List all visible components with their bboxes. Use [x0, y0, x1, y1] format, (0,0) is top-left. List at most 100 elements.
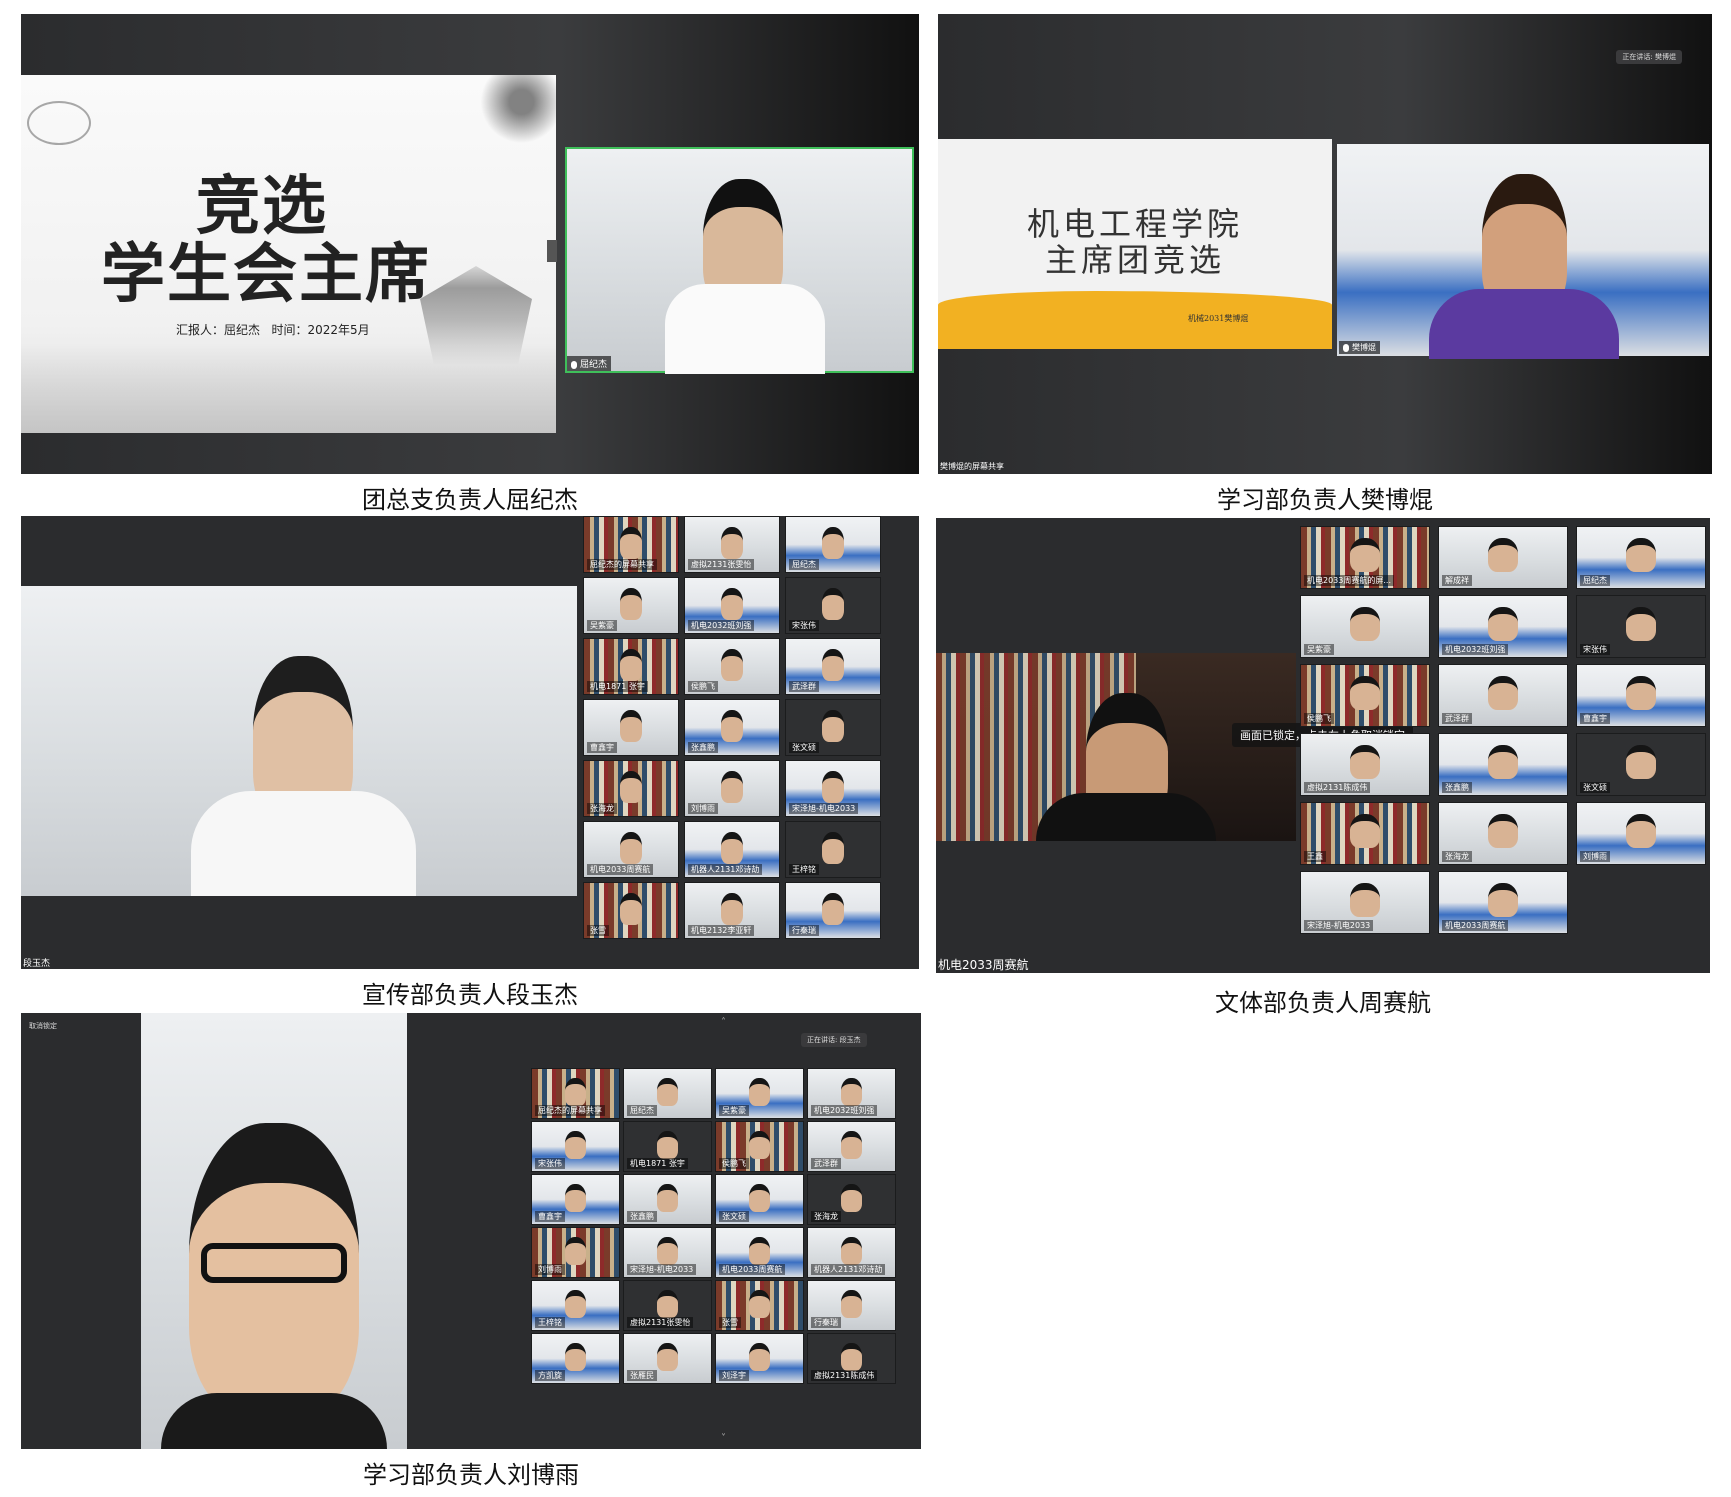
- participant-tile[interactable]: 张雪: [715, 1280, 804, 1331]
- participant-tile[interactable]: 刘博雨: [684, 760, 780, 817]
- participant-tile[interactable]: 行秦瑞: [807, 1280, 896, 1331]
- caption-2: 学习部负责人樊博焜: [1217, 486, 1433, 514]
- participant-tile[interactable]: 侯鹏飞: [1300, 664, 1430, 727]
- slide-yellow-band: [938, 291, 1332, 349]
- caption-3: 宣传部负责人段玉杰: [362, 981, 578, 1009]
- speaker-body: [191, 791, 416, 896]
- participant-avatar: [1625, 675, 1657, 711]
- participant-tile[interactable]: 侯鹏飞: [715, 1121, 804, 1172]
- participant-avatar: [720, 526, 744, 559]
- participant-tile[interactable]: 宋泽旭-机电2033: [1300, 871, 1430, 934]
- participant-tile[interactable]: 行秦瑞: [785, 882, 881, 939]
- participant-name: 宋泽旭-机电2033: [627, 1264, 697, 1275]
- participant-tile[interactable]: 机电1871 张宇: [583, 638, 679, 695]
- participant-name: 吴紫豪: [587, 620, 617, 631]
- participant-tile[interactable]: 机器人2131邓诗劼: [807, 1227, 896, 1278]
- participant-tile[interactable]: 宋泽旭-机电2033: [623, 1227, 712, 1278]
- participant-name: 宋张伟: [1580, 644, 1610, 655]
- caption-1: 团总支负责人屈纪杰: [362, 486, 578, 514]
- participant-tile[interactable]: 曹鑫宇: [531, 1174, 620, 1225]
- participant-tile[interactable]: 刘博雨: [531, 1227, 620, 1278]
- speaker-name: 屈纪杰: [580, 360, 608, 370]
- participant-tile[interactable]: 张海龙: [807, 1174, 896, 1225]
- speaking-indicator: 正在讲话: 段玉杰: [801, 1033, 867, 1047]
- participant-tile[interactable]: 张文硕: [715, 1174, 804, 1225]
- participant-name: 机电2032班刘强: [688, 620, 755, 631]
- participant-tile[interactable]: 屈纪杰的屏幕共享: [583, 516, 679, 573]
- participant-tile[interactable]: 方凯旋: [531, 1333, 620, 1384]
- participant-tile[interactable]: 解成祥: [1438, 526, 1568, 589]
- participant-name: 机电1871 张宇: [587, 681, 648, 692]
- participant-tile[interactable]: 吴紫豪: [715, 1068, 804, 1119]
- slide-meta: 汇报人：屈纪杰 时间：2022年5月: [176, 323, 370, 337]
- participant-tile[interactable]: 宋张伟: [531, 1121, 620, 1172]
- participant-tile[interactable]: 张雁民: [623, 1333, 712, 1384]
- participant-name: 张海龙: [587, 803, 617, 814]
- participant-tile[interactable]: 机电1871 张宇: [623, 1121, 712, 1172]
- participant-tile[interactable]: 宋张伟: [785, 577, 881, 634]
- participant-avatar: [720, 587, 744, 620]
- caption-4: 文体部负责人周赛航: [1215, 989, 1431, 1017]
- meeting-panel-5: 取消锁定 正在讲话: 段玉杰 屈纪杰的屏幕共享 屈纪杰 吴紫豪 机电2032班刘强宋张…: [21, 1013, 921, 1449]
- participant-tile[interactable]: 机电2033周赛航的屏...: [1300, 526, 1430, 589]
- participant-tile[interactable]: 宋张伟: [1576, 595, 1706, 658]
- main-speaker-video: [936, 653, 1296, 841]
- participant-tile[interactable]: 机电2132李亚轩: [684, 882, 780, 939]
- main-speaker-label: 段玉杰: [23, 959, 51, 969]
- unlock-label[interactable]: 取消锁定: [29, 1021, 57, 1031]
- participant-tile[interactable]: 张文硕: [785, 699, 881, 756]
- participant-tile[interactable]: 曹鑫宇: [583, 699, 679, 756]
- participant-tile[interactable]: 张文硕: [1576, 733, 1706, 796]
- participant-avatar: [657, 1130, 678, 1159]
- participant-tile[interactable]: 宋泽旭-机电2033: [785, 760, 881, 817]
- participant-tile[interactable]: 武泽群: [785, 638, 881, 695]
- participant-tile[interactable]: 屈纪杰: [1576, 526, 1706, 589]
- participant-avatar: [1487, 813, 1519, 849]
- participant-tile[interactable]: 张鑫鹏: [684, 699, 780, 756]
- participant-name: 机电2033周赛航: [587, 864, 654, 875]
- participant-avatar: [565, 1342, 586, 1371]
- participant-tile[interactable]: 武泽群: [807, 1121, 896, 1172]
- participant-tile[interactable]: 张海龙: [1438, 802, 1568, 865]
- participant-tile[interactable]: 王梓铭: [531, 1280, 620, 1331]
- participant-tile[interactable]: 机器人2131邓诗劼: [684, 821, 780, 878]
- participant-tile[interactable]: 屈纪杰的屏幕共享: [531, 1068, 620, 1119]
- participant-avatar: [841, 1236, 862, 1265]
- participant-tile[interactable]: 机电2032班刘强: [807, 1068, 896, 1119]
- participant-tile[interactable]: 机电2033周赛航: [1438, 871, 1568, 934]
- participant-tile[interactable]: 屈纪杰: [623, 1068, 712, 1119]
- chevron-down-icon[interactable]: ˅: [721, 1433, 726, 1444]
- participant-tile[interactable]: 吴紫豪: [1300, 595, 1430, 658]
- participant-name: 宋泽旭-机电2033: [1304, 920, 1374, 931]
- participant-tile[interactable]: 虚拟2131陈成伟: [807, 1333, 896, 1384]
- participant-name: 张海龙: [811, 1211, 841, 1222]
- participant-tile[interactable]: 武泽群: [1438, 664, 1568, 727]
- chevron-up-icon[interactable]: ˄: [721, 1017, 726, 1028]
- participant-tile[interactable]: 虚拟2131陈成伟: [1300, 733, 1430, 796]
- participant-tile[interactable]: 侯鹏飞: [684, 638, 780, 695]
- participant-tile[interactable]: 张海龙: [583, 760, 679, 817]
- participant-tile[interactable]: 曹鑫宇: [1576, 664, 1706, 727]
- participant-tile[interactable]: 张鑫鹏: [1438, 733, 1568, 796]
- participant-tile[interactable]: 机电2033周赛航: [583, 821, 679, 878]
- participant-tile[interactable]: 刘泽宇: [715, 1333, 804, 1384]
- participant-avatar: [1349, 537, 1381, 573]
- participant-tile[interactable]: 虚拟2131张雯怡: [623, 1280, 712, 1331]
- participant-tile[interactable]: 虚拟2131张雯怡: [684, 516, 780, 573]
- participant-tile[interactable]: 机电2032班刘强: [684, 577, 780, 634]
- participant-name: 张雁民: [627, 1370, 657, 1381]
- participant-name: 武泽群: [789, 681, 819, 692]
- participant-tile[interactable]: 张雪: [583, 882, 679, 939]
- participant-tile[interactable]: 刘博雨: [1576, 802, 1706, 865]
- participant-tile[interactable]: 王梓铭: [785, 821, 881, 878]
- participant-tile[interactable]: 吴紫豪: [583, 577, 679, 634]
- participant-tile[interactable]: 机电2032班刘强: [1438, 595, 1568, 658]
- participant-name: 张文硕: [719, 1211, 749, 1222]
- participant-tile[interactable]: 张鑫鹏: [623, 1174, 712, 1225]
- share-label: 樊博焜的屏幕共享: [940, 462, 1004, 471]
- participant-tile[interactable]: 机电2033周赛航: [715, 1227, 804, 1278]
- participant-tile[interactable]: 屈纪杰: [785, 516, 881, 573]
- collapse-gallery-button[interactable]: [547, 240, 557, 262]
- participant-tile[interactable]: 王鑫: [1300, 802, 1430, 865]
- participant-avatar: [1349, 675, 1381, 711]
